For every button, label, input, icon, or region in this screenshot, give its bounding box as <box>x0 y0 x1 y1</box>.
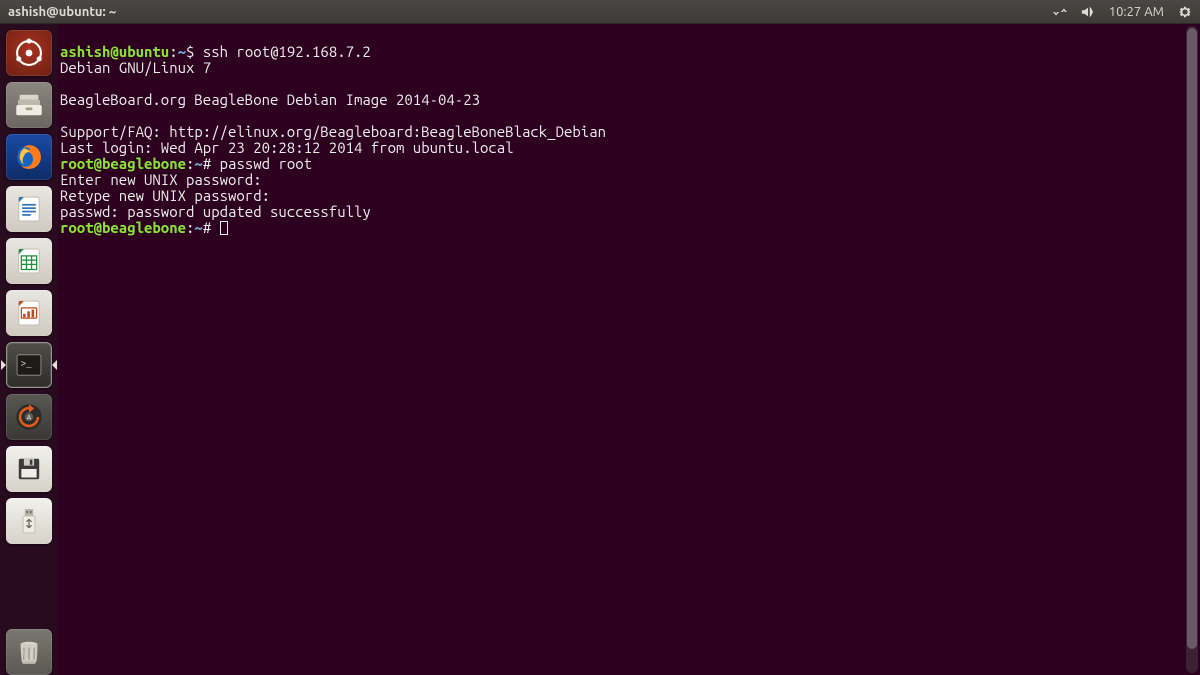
output-line: BeagleBoard.org BeagleBone Debian Image … <box>60 91 480 108</box>
network-icon[interactable] <box>1053 5 1067 19</box>
terminal-window[interactable]: ashish@ubuntu:~$ ssh root@192.168.7.2 De… <box>58 24 1200 675</box>
output-line: Enter new UNIX password: <box>60 171 262 188</box>
launcher-updater[interactable]: A <box>6 394 52 440</box>
command-text: passwd root <box>220 155 312 172</box>
launcher-terminal[interactable]: >_ <box>6 342 52 388</box>
prompt-user: ashish@ubuntu <box>60 43 169 60</box>
svg-text:A: A <box>27 415 32 422</box>
scrollbar-thumb[interactable] <box>1187 28 1197 649</box>
launcher-floppy[interactable] <box>6 446 52 492</box>
output-line: passwd: password updated successfully <box>60 203 371 220</box>
gear-icon[interactable] <box>1178 5 1192 19</box>
launcher-writer[interactable] <box>6 186 52 232</box>
clock[interactable]: 10:27 AM <box>1109 5 1164 19</box>
prompt-path: ~ <box>194 155 202 172</box>
scrollbar[interactable] <box>1186 26 1198 673</box>
volume-icon[interactable] <box>1081 5 1095 19</box>
prompt-user: root@beaglebone <box>60 155 186 172</box>
top-panel: ashish@ubuntu: ~ 10:27 AM <box>0 0 1200 24</box>
launcher-dash[interactable] <box>6 30 52 76</box>
launcher-firefox[interactable] <box>6 134 52 180</box>
launcher: >_ A <box>0 24 58 675</box>
launcher-calc[interactable] <box>6 238 52 284</box>
cursor <box>220 221 228 235</box>
prompt-user: root@beaglebone <box>60 219 186 236</box>
svg-text:>_: >_ <box>21 359 33 370</box>
window-title: ashish@ubuntu: ~ <box>8 5 116 19</box>
output-line: Last login: Wed Apr 23 20:28:12 2014 fro… <box>60 139 514 156</box>
output-line: Retype new UNIX password: <box>60 187 270 204</box>
launcher-usb[interactable] <box>6 498 52 544</box>
launcher-files[interactable] <box>6 82 52 128</box>
prompt-path: ~ <box>194 219 202 236</box>
command-text: ssh root@192.168.7.2 <box>203 43 371 60</box>
launcher-trash[interactable] <box>6 629 52 675</box>
output-line: Support/FAQ: http://elinux.org/Beagleboa… <box>60 123 606 140</box>
launcher-impress[interactable] <box>6 290 52 336</box>
prompt-path: ~ <box>178 43 186 60</box>
output-line: Debian GNU/Linux 7 <box>60 59 211 76</box>
